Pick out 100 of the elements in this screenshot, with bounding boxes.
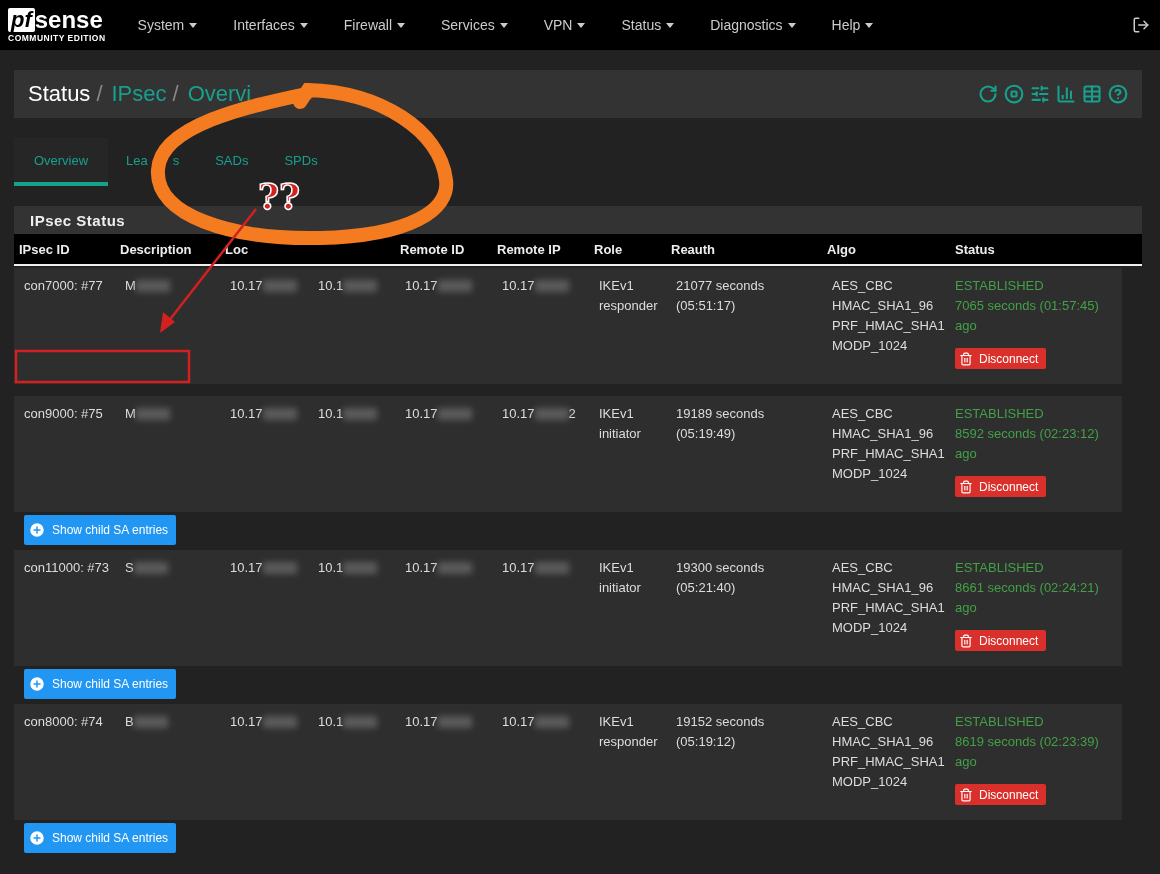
column-header: Reauth (670, 241, 717, 257)
algorithm: AES_CBC (832, 405, 893, 423)
column-header: IPsec ID (18, 241, 71, 257)
column-header: Remote ID (399, 241, 466, 257)
nav-menu-item[interactable]: Status (603, 17, 693, 33)
stop-icon[interactable] (1004, 84, 1024, 104)
algorithm: AES_CBC (832, 559, 893, 577)
nav-menu-item[interactable]: VPN (525, 17, 604, 33)
show-child-sa-button[interactable]: Show child SA entries (24, 823, 177, 853)
breadcrumb-separator: / (172, 81, 179, 107)
disconnect-button[interactable]: Disconnect (955, 476, 1047, 497)
show-child-sa-button[interactable]: Show child SA entries (24, 515, 177, 545)
role: IKEv1 initiator (599, 559, 642, 597)
algorithm: PRF_HMAC_SHA1 (832, 599, 945, 617)
ip-address: 2 (568, 405, 576, 423)
redaction-blur (262, 408, 297, 420)
logo[interactable]: pfsense COMMUNITY EDITION (8, 7, 106, 43)
nav-menu-item[interactable]: Interfaces (215, 17, 326, 33)
trash-icon (959, 633, 973, 648)
ip-address: 10.17 (502, 405, 535, 423)
established-time: 7065 seconds (01:57:45) ago (955, 297, 1100, 335)
role: IKEv1 initiator (599, 405, 642, 443)
column-header: Status (954, 241, 996, 257)
description: M (125, 277, 136, 295)
caret-icon (299, 22, 308, 28)
description: M (125, 405, 136, 423)
ipsec-id: con7000: #77 (24, 277, 103, 295)
algorithm: HMAC_SHA1_96 (832, 579, 934, 597)
caret-icon (397, 22, 405, 28)
disconnect-button[interactable]: Disconnect (955, 630, 1047, 651)
breadcrumb-link[interactable]: IPsec (111, 81, 167, 107)
column-header: Role (593, 241, 624, 257)
nav-menu-item[interactable]: Diagnostics (692, 17, 814, 33)
algorithm: MODP_1024 (832, 465, 908, 483)
description: B (125, 713, 134, 731)
logout-icon[interactable] (1132, 16, 1150, 34)
show-child-sa-button[interactable]: Show child SA entries (24, 669, 177, 699)
reauth-time: 21077 seconds (05:51:17) (676, 277, 766, 315)
ip-address: 10.17 (230, 405, 263, 423)
redaction-blur (135, 280, 170, 292)
ip-address: 10.17 (230, 277, 263, 295)
ipsec-id: con11000: #73 (24, 559, 110, 577)
ip-address: 10.1 (318, 277, 344, 295)
ipsec-id: con8000: #74 (24, 713, 103, 731)
status-text: ESTABLISHED (955, 277, 1044, 295)
ip-address: 10.1 (318, 559, 344, 577)
redaction-blur (534, 280, 569, 292)
caret-icon (666, 22, 675, 28)
redaction-blur (262, 562, 297, 574)
trash-icon (959, 787, 973, 802)
trash-icon (959, 479, 973, 494)
redaction-blur (343, 408, 378, 420)
reauth-time: 19189 seconds (05:19:49) (676, 405, 766, 443)
nav-menu-item[interactable]: Services (423, 17, 526, 33)
algorithm: AES_CBC (832, 277, 893, 295)
redaction-blur (437, 562, 472, 574)
bar-chart-icon[interactable] (1056, 84, 1076, 104)
disconnect-button[interactable]: Disconnect (955, 784, 1047, 805)
established-time: 8661 seconds (02:24:21) ago (955, 579, 1100, 617)
column-header: Remote IP (496, 241, 562, 257)
status-text: ESTABLISHED (955, 713, 1044, 731)
redaction-blur (534, 562, 569, 574)
disconnect-button[interactable]: Disconnect (955, 348, 1047, 369)
breadcrumb-link[interactable]: Overvi (187, 81, 252, 107)
annotation-text: ?? (258, 176, 301, 216)
column-header: Description (119, 241, 193, 257)
ip-address: 10.17 (405, 713, 438, 731)
redaction-blur (437, 716, 472, 728)
help-icon[interactable] (1108, 84, 1128, 104)
description: S (125, 559, 134, 577)
tab[interactable]: Overview (14, 138, 108, 186)
ipsec-id: con9000: #75 (24, 405, 103, 423)
ip-address: 10.17 (230, 713, 263, 731)
algorithm: HMAC_SHA1_96 (832, 425, 934, 443)
ip-address: 10.17 (405, 405, 438, 423)
redaction-blur (262, 280, 297, 292)
ip-address: 10.17 (230, 559, 263, 577)
redaction-blur (262, 716, 297, 728)
breadcrumb-separator: / (96, 81, 103, 107)
refresh-icon[interactable] (978, 84, 998, 104)
redaction-blur (343, 562, 378, 574)
plus-icon (28, 521, 46, 539)
nav-menu-item[interactable]: Help (813, 17, 892, 33)
status-text: ESTABLISHED (955, 559, 1044, 577)
settings-icon[interactable] (1030, 84, 1050, 104)
redaction-blur (133, 716, 168, 728)
redaction-blur (135, 408, 170, 420)
ip-address: 10.17 (405, 277, 438, 295)
nav-menu-item[interactable]: System (119, 17, 216, 33)
breadcrumb-current[interactable]: Status (28, 81, 91, 107)
table-icon[interactable] (1082, 84, 1102, 104)
nav-menu-item[interactable]: Firewall (325, 17, 423, 33)
algorithm: MODP_1024 (832, 619, 908, 637)
reauth-time: 19152 seconds (05:19:12) (676, 713, 766, 751)
plus-icon (28, 675, 46, 693)
ip-address: 10.1 (318, 405, 344, 423)
tab[interactable]: Lea s (108, 138, 198, 186)
caret-icon (499, 22, 508, 28)
redaction-blur (534, 716, 569, 728)
ip-address: 10.17 (502, 277, 535, 295)
